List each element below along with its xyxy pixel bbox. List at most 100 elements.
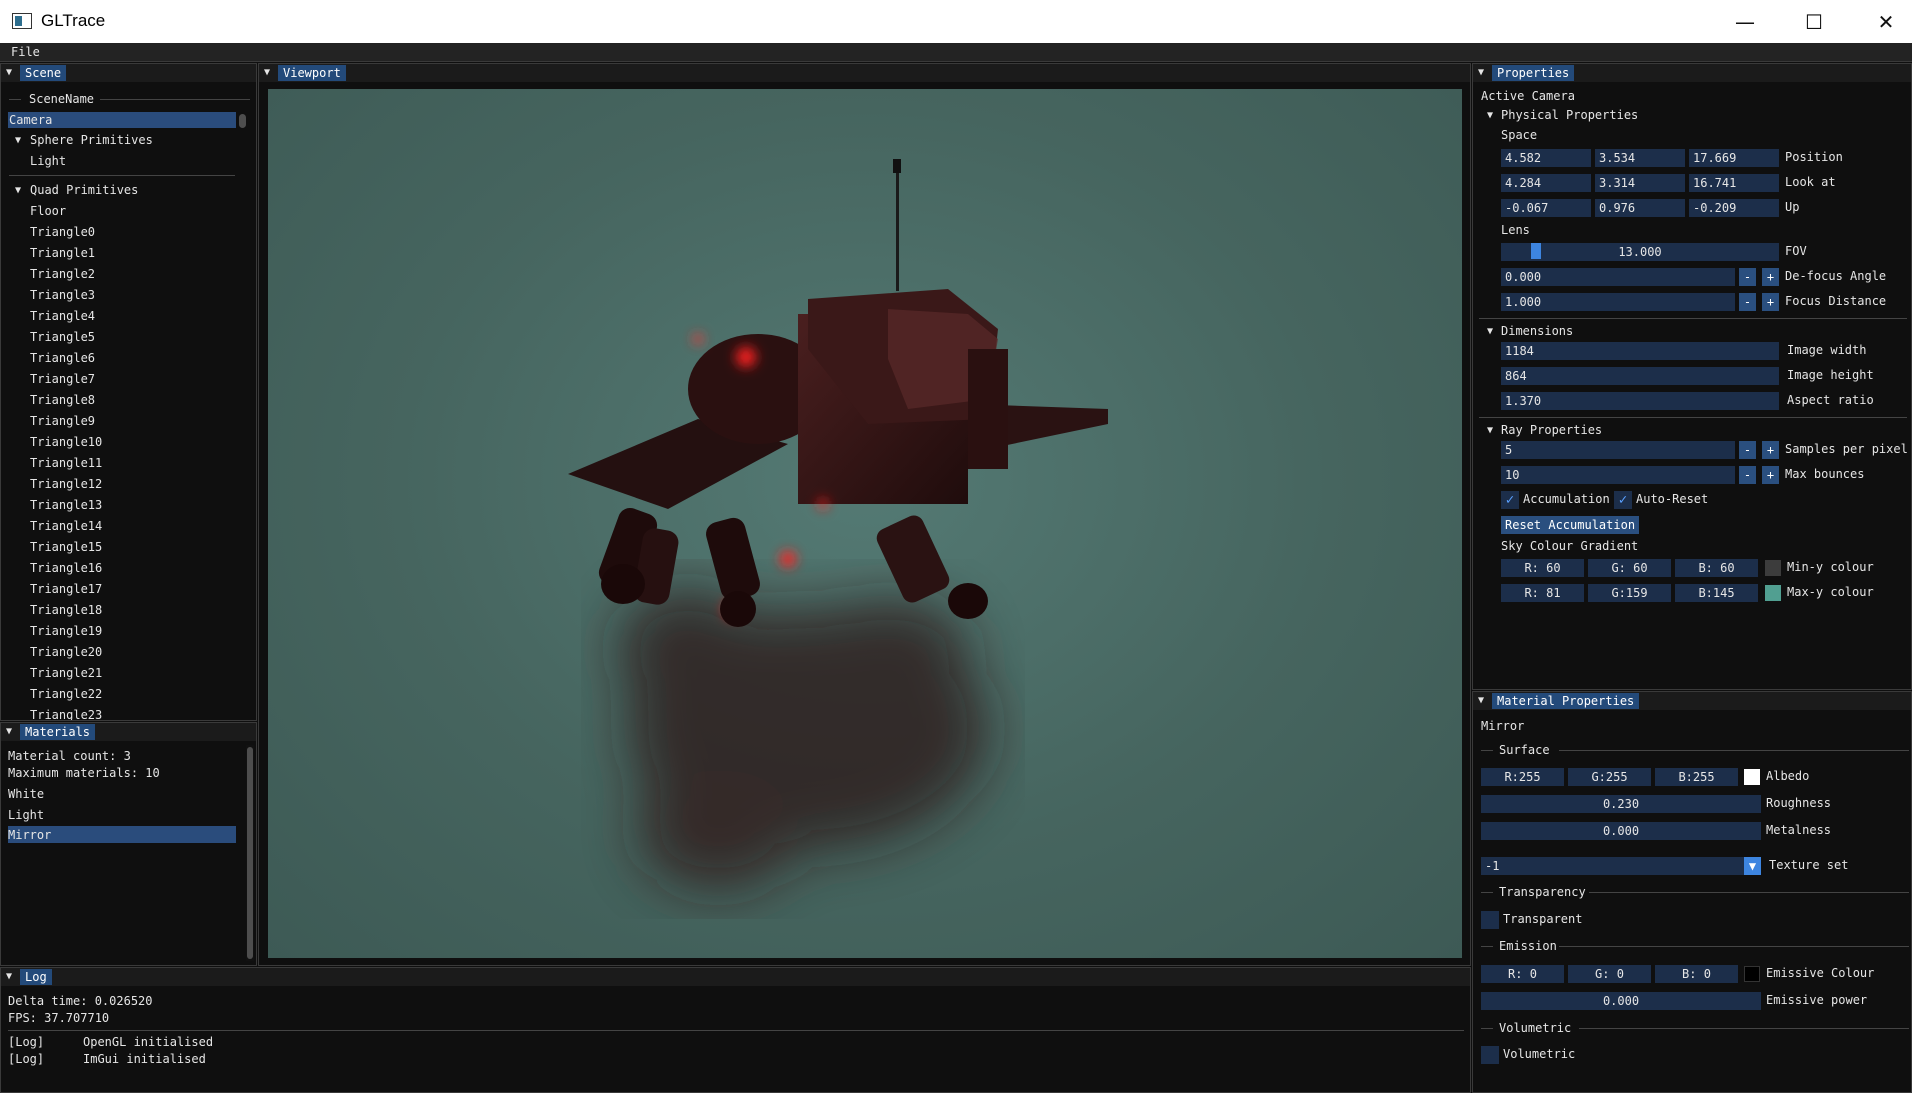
bounces-minus-button[interactable]: -: [1739, 466, 1756, 484]
menu-file[interactable]: File: [11, 45, 40, 59]
samples-plus-button[interactable]: +: [1762, 441, 1779, 459]
tree-item-quad[interactable]: Triangle10: [30, 435, 102, 449]
tree-item-quad[interactable]: Triangle22: [30, 687, 102, 701]
min-y-g[interactable]: G: 60: [1588, 559, 1671, 577]
scene-panel-header[interactable]: ▼ Scene: [1, 64, 256, 82]
tree-item-quad[interactable]: Triangle20: [30, 645, 102, 659]
roughness-slider[interactable]: 0.230: [1481, 795, 1761, 813]
physical-properties-header[interactable]: Physical Properties: [1501, 108, 1638, 122]
albedo-b[interactable]: B:255: [1655, 768, 1738, 786]
defocus-minus-button[interactable]: -: [1739, 268, 1756, 286]
accumulation-checkbox[interactable]: ✓: [1501, 491, 1519, 509]
samples-minus-button[interactable]: -: [1739, 441, 1756, 459]
collapse-triangle-icon[interactable]: ▼: [6, 67, 12, 78]
emissive-r[interactable]: R: 0: [1481, 965, 1564, 983]
materials-panel-header[interactable]: ▼ Materials: [1, 723, 256, 741]
expand-triangle-icon[interactable]: ▼: [1487, 326, 1493, 337]
scene-scrollbar[interactable]: [238, 109, 247, 719]
samples-input[interactable]: 5: [1501, 441, 1735, 459]
dropdown-arrow-icon[interactable]: ▼: [1744, 857, 1761, 875]
look-at-z[interactable]: 16.741: [1689, 174, 1779, 192]
max-y-colour-swatch[interactable]: [1765, 585, 1781, 601]
tree-item-quad[interactable]: Triangle12: [30, 477, 102, 491]
viewport-panel-header[interactable]: ▼ Viewport: [259, 64, 1470, 82]
fov-slider-grab[interactable]: [1531, 243, 1541, 259]
dimensions-header[interactable]: Dimensions: [1501, 324, 1573, 338]
tree-item-quad[interactable]: Triangle2: [30, 267, 95, 281]
tree-item-quad[interactable]: Triangle9: [30, 414, 95, 428]
materials-tab[interactable]: Materials: [20, 724, 96, 740]
tree-item-quad[interactable]: Triangle18: [30, 603, 102, 617]
tree-item-quad[interactable]: Triangle11: [30, 456, 102, 470]
properties-tab[interactable]: Properties: [1492, 65, 1575, 81]
minimize-button[interactable]: —: [1716, 0, 1774, 43]
volumetric-checkbox[interactable]: [1481, 1046, 1499, 1064]
albedo-swatch[interactable]: [1744, 769, 1760, 785]
tree-group-sphere[interactable]: Sphere Primitives: [30, 133, 153, 147]
position-x[interactable]: 4.582: [1501, 149, 1591, 167]
position-y[interactable]: 3.534: [1595, 149, 1685, 167]
tree-item-quad[interactable]: Triangle8: [30, 393, 95, 407]
tree-item-quad[interactable]: Triangle15: [30, 540, 102, 554]
look-at-y[interactable]: 3.314: [1595, 174, 1685, 192]
image-width-input[interactable]: 1184: [1501, 342, 1779, 360]
tree-item-quad[interactable]: Triangle23: [30, 708, 102, 720]
material-item[interactable]: Light: [8, 808, 44, 822]
tree-item-quad[interactable]: Triangle6: [30, 351, 95, 365]
collapse-triangle-icon[interactable]: ▼: [1478, 67, 1484, 78]
expand-triangle-icon[interactable]: ▼: [1487, 110, 1493, 121]
material-properties-tab[interactable]: Material Properties: [1492, 693, 1640, 709]
focus-plus-button[interactable]: +: [1762, 293, 1779, 311]
tree-item-quad[interactable]: Triangle13: [30, 498, 102, 512]
emissive-g[interactable]: G: 0: [1568, 965, 1651, 983]
bounces-plus-button[interactable]: +: [1762, 466, 1779, 484]
tree-item-quad[interactable]: Triangle1: [30, 246, 95, 260]
close-button[interactable]: ✕: [1857, 0, 1912, 43]
texture-set-select[interactable]: -1: [1481, 857, 1746, 875]
tree-item-light[interactable]: Light: [30, 154, 66, 168]
properties-panel-header[interactable]: ▼ Properties: [1473, 64, 1911, 82]
min-y-colour-swatch[interactable]: [1765, 560, 1781, 576]
expand-triangle-icon[interactable]: ▼: [15, 135, 21, 146]
scene-item-camera[interactable]: Camera: [9, 113, 52, 127]
material-properties-panel-header[interactable]: ▼ Material Properties: [1473, 692, 1911, 710]
viewport-render-image[interactable]: [268, 89, 1462, 958]
collapse-triangle-icon[interactable]: ▼: [1478, 695, 1484, 706]
tree-item-quad[interactable]: Triangle4: [30, 309, 95, 323]
tree-item-quad[interactable]: Triangle3: [30, 288, 95, 302]
material-item[interactable]: White: [8, 787, 44, 801]
log-panel-header[interactable]: ▼ Log: [1, 968, 1470, 986]
up-y[interactable]: 0.976: [1595, 199, 1685, 217]
max-y-g[interactable]: G:159: [1588, 584, 1671, 602]
bounces-input[interactable]: 10: [1501, 466, 1735, 484]
up-z[interactable]: -0.209: [1689, 199, 1779, 217]
expand-triangle-icon[interactable]: ▼: [15, 185, 21, 196]
ray-properties-header[interactable]: Ray Properties: [1501, 423, 1602, 437]
tree-item-quad[interactable]: Triangle5: [30, 330, 95, 344]
tree-item-quad[interactable]: Floor: [30, 204, 66, 218]
transparent-checkbox[interactable]: [1481, 911, 1499, 929]
focus-minus-button[interactable]: -: [1739, 293, 1756, 311]
max-y-r[interactable]: R: 81: [1501, 584, 1584, 602]
emissive-b[interactable]: B: 0: [1655, 965, 1738, 983]
reset-accumulation-button[interactable]: Reset Accumulation: [1501, 516, 1640, 534]
defocus-input[interactable]: 0.000: [1501, 268, 1735, 286]
collapse-triangle-icon[interactable]: ▼: [6, 971, 12, 982]
position-z[interactable]: 17.669: [1689, 149, 1779, 167]
material-item-selected[interactable]: Mirror: [8, 828, 51, 842]
auto-reset-checkbox[interactable]: ✓: [1614, 491, 1632, 509]
albedo-r[interactable]: R:255: [1481, 768, 1564, 786]
metalness-slider[interactable]: 0.000: [1481, 822, 1761, 840]
maximize-button[interactable]: ☐: [1785, 0, 1843, 43]
tree-group-quad[interactable]: Quad Primitives: [30, 183, 138, 197]
scene-scrollbar-thumb[interactable]: [239, 114, 246, 128]
tree-item-quad[interactable]: Triangle17: [30, 582, 102, 596]
look-at-x[interactable]: 4.284: [1501, 174, 1591, 192]
viewport-tab[interactable]: Viewport: [278, 65, 346, 81]
tree-item-quad[interactable]: Triangle16: [30, 561, 102, 575]
albedo-g[interactable]: G:255: [1568, 768, 1651, 786]
emissive-power-slider[interactable]: 0.000: [1481, 992, 1761, 1010]
defocus-plus-button[interactable]: +: [1762, 268, 1779, 286]
min-y-r[interactable]: R: 60: [1501, 559, 1584, 577]
fov-slider[interactable]: 13.000: [1501, 243, 1779, 261]
